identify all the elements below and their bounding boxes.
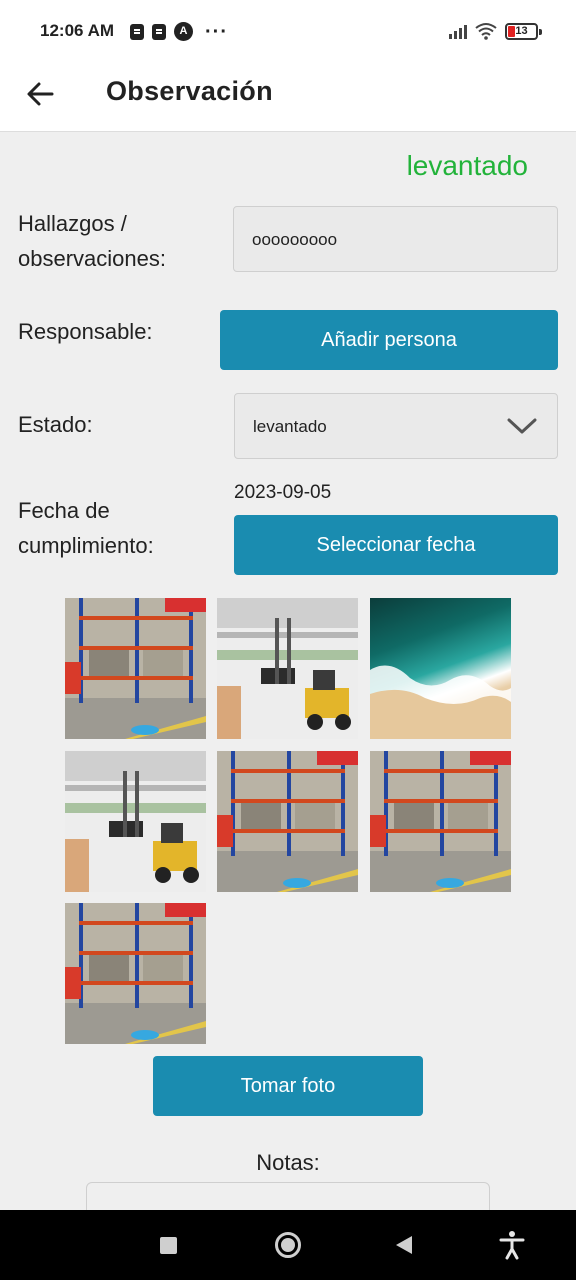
system-nav-bar xyxy=(0,1210,576,1280)
forklift-photo xyxy=(65,751,206,892)
status-label: levantado xyxy=(406,150,528,181)
photo-thumbnail[interactable] xyxy=(65,598,206,739)
home-icon[interactable] xyxy=(275,1232,301,1258)
back-icon[interactable] xyxy=(396,1236,412,1254)
more-notifications-icon: ··· xyxy=(205,20,228,43)
due-date-value: 2023-09-05 xyxy=(234,482,332,503)
warehouse-photo xyxy=(65,598,206,739)
app-bar: Observación xyxy=(0,62,576,132)
app-notification-icon: A xyxy=(174,22,193,41)
observation-form: levantado Hallazgos / observaciones: ooo… xyxy=(0,132,576,1210)
wifi-icon xyxy=(475,23,497,40)
notes-label: Notas: xyxy=(256,1150,320,1175)
notification-icons: A ··· xyxy=(130,20,228,43)
arrow-left-icon[interactable] xyxy=(24,74,64,114)
battery-icon: 13 xyxy=(505,22,542,40)
forklift-photo xyxy=(217,598,358,739)
recent-apps-icon[interactable] xyxy=(160,1237,177,1254)
photo-thumbnail[interactable] xyxy=(65,751,206,892)
select-date-button[interactable]: Seleccionar fecha xyxy=(234,515,558,575)
findings-field[interactable]: ooooooooo xyxy=(233,206,558,272)
system-indicators: 13 xyxy=(449,22,542,40)
warehouse-photo xyxy=(370,751,511,892)
warehouse-photo xyxy=(217,751,358,892)
warehouse-photo xyxy=(65,903,206,1044)
responsible-label: Responsable: xyxy=(18,319,153,344)
photo-thumbnail[interactable] xyxy=(370,751,511,892)
due-date-label: Fecha de cumplimiento: xyxy=(18,498,154,558)
photo-thumbnail[interactable] xyxy=(65,903,206,1044)
state-label: Estado: xyxy=(18,412,93,437)
page-title: Observación xyxy=(106,76,273,106)
accessibility-icon[interactable] xyxy=(498,1230,526,1260)
status-time: 12:06 AM xyxy=(40,21,115,40)
state-selected-value: levantado xyxy=(253,417,327,436)
battery-notification-icon xyxy=(152,23,166,40)
beach-photo xyxy=(370,665,511,739)
state-select[interactable]: levantado xyxy=(234,393,558,459)
take-photo-button[interactable]: Tomar foto xyxy=(153,1056,423,1116)
notes-field[interactable] xyxy=(86,1182,490,1210)
battery-level: 13 xyxy=(515,24,528,37)
findings-label: Hallazgos / observaciones: xyxy=(18,211,166,271)
status-bar: 12:06 AM A ··· 13 xyxy=(0,0,576,62)
photo-thumbnail[interactable] xyxy=(370,598,511,739)
photo-thumbnail[interactable] xyxy=(217,751,358,892)
photo-thumbnail[interactable] xyxy=(217,598,358,739)
chevron-down-icon xyxy=(507,418,537,434)
add-person-button[interactable]: Añadir persona xyxy=(220,310,558,370)
battery-notification-icon xyxy=(130,23,144,40)
signal-icon xyxy=(449,23,467,39)
